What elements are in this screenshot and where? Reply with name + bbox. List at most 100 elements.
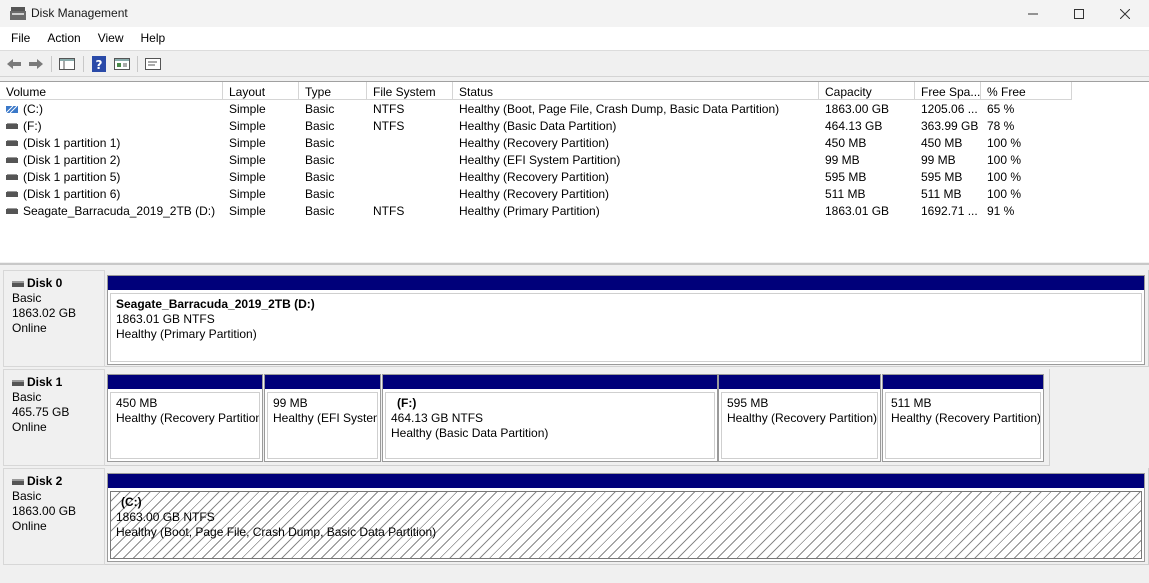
volume-row[interactable]: (Disk 1 partition 5) Simple Basic Healthy (… [0, 169, 1149, 186]
volume-capacity: 464.13 GB [825, 119, 883, 133]
disk-icon [12, 379, 24, 386]
menu-action[interactable]: Action [41, 27, 86, 50]
maximize-button[interactable] [1056, 0, 1102, 27]
volume-type: Basic [305, 119, 335, 133]
volume-row[interactable]: (Disk 1 partition 6) Simple Basic Healthy (… [0, 186, 1149, 203]
volume-volume-name: Seagate_Barracuda_2019_2TB (D:) [23, 204, 216, 218]
column-header-percent-free[interactable]: % Free [981, 82, 1072, 100]
partition-title: (F:) [397, 396, 417, 410]
column-header-volume[interactable]: Volume [0, 82, 223, 100]
column-header-status[interactable]: Status [453, 82, 819, 100]
properties-button[interactable] [112, 55, 132, 73]
volume-status: Healthy (Basic Data Partition) [459, 119, 617, 133]
toolbar: ? [0, 50, 1149, 77]
volume-type: Basic [305, 204, 335, 218]
volume-percent-free: 100 % [987, 136, 1022, 150]
volume-volume-name: (Disk 1 partition 1) [23, 136, 121, 150]
volume-icon [6, 191, 18, 197]
disk-list-icon [145, 58, 161, 70]
partition-status: Healthy (Primary Partition) [116, 327, 257, 341]
menu-help[interactable]: Help [135, 27, 172, 50]
volume-row[interactable]: (Disk 1 partition 2) Simple Basic Healthy (… [0, 152, 1149, 169]
volume-status: Healthy (Recovery Partition) [459, 170, 610, 184]
volume-type: Basic [305, 187, 335, 201]
volume-capacity: 511 MB [825, 187, 866, 201]
volume-volume-name: (C:) [23, 102, 43, 116]
window-title: Disk Management [31, 6, 128, 20]
partition-status: Healthy (Basic Data Partition) [391, 426, 549, 440]
column-header-layout[interactable]: Layout [223, 82, 299, 100]
volume-percent-free: 100 % [987, 153, 1022, 167]
volume-status: Healthy (Boot, Page File, Crash Dump, Ba… [459, 102, 780, 116]
disk-icon [12, 280, 24, 287]
partition-d[interactable]: Seagate_Barracuda_2019_2TB (D:) 1863.01 … [107, 275, 1145, 365]
volume-row[interactable]: (F:) Simple Basic NTFS Healthy (Basic Data P… [0, 118, 1149, 135]
partition-disk1-p6[interactable]: 511 MB Healthy (Recovery Partition) [882, 374, 1044, 462]
toolbar-separator [83, 56, 84, 72]
volume-row[interactable]: Seagate_Barracuda_2019_2TB (D:) Simple Bas… [0, 203, 1149, 220]
volume-row[interactable]: (Disk 1 partition 1) Simple Basic Healthy (… [0, 135, 1149, 152]
partition-disk1-p2[interactable]: 99 MB Healthy (EFI System Partition) [264, 374, 381, 462]
disk-name: Disk 2 [27, 474, 63, 488]
volume-icon [6, 208, 18, 214]
properties-icon [114, 58, 130, 70]
volume-file-system: NTFS [373, 204, 405, 218]
partition-disk1-p1[interactable]: 450 MB Healthy (Recovery Partition) [107, 374, 263, 462]
volume-volume-name: (Disk 1 partition 5) [23, 170, 121, 184]
disk-0-label[interactable]: Disk 0 Basic 1863.02 GB Online [3, 270, 105, 367]
help-icon: ? [92, 56, 106, 72]
partition-disk1-p5[interactable]: 595 MB Healthy (Recovery Partition) [718, 374, 881, 462]
volume-layout: Simple [229, 204, 266, 218]
volume-free-space: 1205.06 ... [921, 102, 978, 116]
column-header-file-system[interactable]: File System [367, 82, 453, 100]
column-header-capacity[interactable]: Capacity [819, 82, 915, 100]
volume-type: Basic [305, 170, 335, 184]
partition-c[interactable]: (C:) 1863.00 GB NTFS Healthy (Boot, Page… [107, 473, 1145, 562]
volume-free-space: 363.99 GB [921, 119, 979, 133]
partition-status: Healthy (Boot, Page File, Crash Dump, Ba… [116, 525, 437, 539]
forward-arrow-icon [29, 59, 43, 69]
menu-view[interactable]: View [92, 27, 130, 50]
show-hide-console-tree-button[interactable] [57, 55, 77, 73]
volume-free-space: 595 MB [921, 170, 963, 184]
partition-size: 595 MB [727, 396, 769, 410]
volume-capacity: 1863.00 GB [825, 102, 890, 116]
volume-capacity: 450 MB [825, 136, 867, 150]
menu-file[interactable]: File [5, 27, 36, 50]
minimize-button[interactable] [1010, 0, 1056, 27]
partition-bar [108, 276, 1144, 290]
volume-free-space: 99 MB [921, 153, 956, 167]
partition-status: Healthy (Recovery Partition) [727, 411, 878, 425]
menu-bar: File Action View Help [0, 27, 1149, 50]
partition-status: Healthy (Recovery Partition) [891, 411, 1041, 425]
back-button[interactable] [4, 55, 24, 73]
volume-type: Basic [305, 153, 335, 167]
partition-bar [719, 375, 880, 389]
volume-status: Healthy (Recovery Partition) [459, 136, 610, 150]
partition-size: 1863.01 GB NTFS [116, 312, 215, 326]
column-header-free-space[interactable]: Free Spa... [915, 82, 981, 100]
volume-row[interactable]: (C:) Simple Basic NTFS Healthy (Boot, Page F… [0, 101, 1149, 118]
disk-type: Basic [12, 291, 42, 305]
volume-free-space: 1692.71 ... [921, 204, 978, 218]
volume-volume-name: (Disk 1 partition 2) [23, 153, 121, 167]
volume-type: Basic [305, 102, 335, 116]
disk-name: Disk 0 [27, 276, 63, 290]
volume-icon [6, 157, 18, 163]
volume-layout: Simple [229, 170, 266, 184]
close-button[interactable] [1102, 0, 1148, 27]
disk-state: Online [12, 519, 47, 533]
help-button[interactable]: ? [89, 55, 109, 73]
disk-size: 1863.00 GB [12, 504, 77, 518]
volume-layout: Simple [229, 187, 266, 201]
volume-percent-free: 78 % [987, 119, 1015, 133]
volume-capacity: 1863.01 GB [825, 204, 890, 218]
back-arrow-icon [7, 59, 21, 69]
disk-1-label[interactable]: Disk 1 Basic 465.75 GB Online [3, 369, 105, 466]
column-header-type[interactable]: Type [299, 82, 367, 100]
partition-f[interactable]: (F:) 464.13 GB NTFS Healthy (Basic Data … [382, 374, 718, 462]
partition-status: Healthy (EFI System Partition) [273, 411, 377, 425]
forward-button[interactable] [26, 55, 46, 73]
disk-2-label[interactable]: Disk 2 Basic 1863.00 GB Online [3, 468, 105, 565]
rescan-disks-button[interactable] [143, 55, 163, 73]
